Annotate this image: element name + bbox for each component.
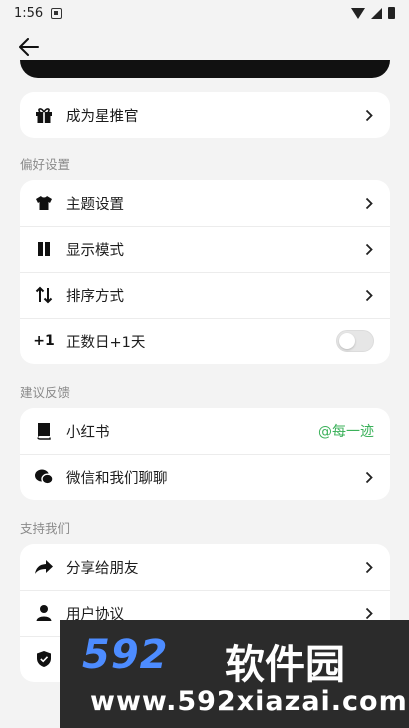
watermark-logo-text: 软件园 [225,642,345,688]
notification-icon [51,7,63,19]
shirt-icon [34,193,54,213]
gift-icon [34,105,54,125]
menu-item-share[interactable]: 分享给朋友 [20,544,390,590]
sort-icon [34,285,54,305]
chevron-right-icon [364,470,374,484]
watermark-logo-number: 592 [82,632,169,678]
chevron-right-icon [364,108,374,122]
menu-item-wechat[interactable]: 微信和我们聊聊 [20,454,390,500]
section-title-feedback: 建议反馈 [20,385,71,400]
menu-item-label: 主题设置 [66,196,124,213]
menu-item-label: 微信和我们聊聊 [66,470,168,487]
user-icon [34,603,54,623]
signal-icon [371,7,382,19]
positive-day-toggle[interactable] [336,330,374,352]
back-arrow-icon [19,38,39,56]
section-title-preferences: 偏好设置 [20,157,71,172]
menu-item-label: 排序方式 [66,288,124,305]
chevron-right-icon [364,242,374,256]
status-icons [351,7,395,19]
columns-icon [34,239,54,259]
book-icon [34,421,54,441]
menu-item-theme[interactable]: 主题设置 [20,180,390,226]
status-bar: 1:56 [0,0,409,26]
chevron-right-icon [364,560,374,574]
share-icon [34,557,54,577]
top-bar [0,28,409,64]
header-banner-edge [20,60,390,78]
preferences-card: 主题设置 显示模式 排序方式 +1 正数日+1天 [20,180,390,364]
battery-icon [388,7,395,19]
menu-item-label: 成为星推官 [66,108,139,125]
chevron-right-icon [364,196,374,210]
menu-item-label: 分享给朋友 [66,560,139,577]
menu-item-label: 小红书 [66,424,110,441]
recommend-card: 成为星推官 [20,92,390,138]
plus-one-icon: +1 [33,333,55,349]
menu-item-recommend[interactable]: 成为星推官 [20,92,390,138]
chevron-right-icon [364,288,374,302]
status-time: 1:56 [14,5,44,21]
menu-item-label: 显示模式 [66,242,124,259]
section-title-support: 支持我们 [20,521,71,536]
wifi-icon [351,7,365,19]
watermark-overlay: 592 软件园 www.592xiazai.com [60,620,409,728]
menu-item-sort[interactable]: 排序方式 [20,272,390,318]
chat-icon [34,467,54,487]
menu-item-xiaohongshu[interactable]: 小红书 @每一迹 [20,408,390,454]
toggle-knob [339,333,355,349]
watermark-url: www.592xiazai.com [90,686,408,717]
xiaohongshu-handle: @每一迹 [318,424,374,440]
back-button[interactable] [14,32,44,62]
menu-item-label: 正数日+1天 [66,334,146,351]
feedback-card: 小红书 @每一迹 微信和我们聊聊 [20,408,390,500]
menu-item-display-mode[interactable]: 显示模式 [20,226,390,272]
chevron-right-icon [364,606,374,620]
shield-icon [34,649,54,669]
menu-item-positive-day: +1 正数日+1天 [20,318,390,364]
